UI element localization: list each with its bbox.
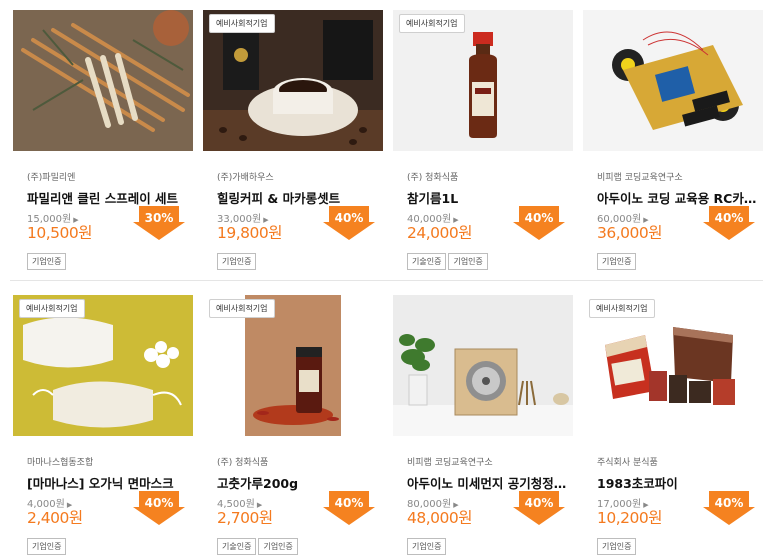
discount-rate: 40% bbox=[714, 496, 744, 510]
sale-price: 36,000원 bbox=[597, 224, 663, 242]
certification-tags: 기업인증 bbox=[217, 249, 258, 270]
row-divider bbox=[10, 280, 763, 281]
sale-price: 2,400원 bbox=[27, 509, 83, 527]
product-image-chili-powder[interactable]: 예비사회적기업 bbox=[203, 295, 383, 436]
certification-tags: 기업인증 bbox=[27, 249, 68, 270]
social-enterprise-badge: 예비사회적기업 bbox=[19, 299, 85, 318]
discount-rate: 40% bbox=[714, 211, 744, 225]
product-card[interactable]: 비피랩 코딩교육연구소 아두이노 코딩 교육용 RC카… 60,000원 ▶ 36… bbox=[583, 10, 763, 280]
product-image-coffee[interactable]: 예비사회적기업 bbox=[203, 10, 383, 151]
product-card[interactable]: 예비사회적기업 (주) 청화식품 고춧가루200g 4,500원 ▶ 2,700원… bbox=[203, 295, 383, 559]
tag-company-certified: 기업인증 bbox=[217, 253, 257, 270]
product-card[interactable]: 예비사회적기업 마마나스협동조합 [마마나스] 오가닉 면마스크 4,000원 ▶… bbox=[13, 295, 193, 559]
discount-rate: 40% bbox=[524, 496, 554, 510]
seller-name: (주)가배하우스 bbox=[217, 173, 274, 183]
sale-price: 10,200원 bbox=[597, 509, 663, 527]
product-name[interactable]: 아두이노 코딩 교육용 RC카… bbox=[597, 188, 765, 207]
tag-company-certified: 기업인증 bbox=[597, 538, 637, 555]
certification-tags: 기업인증 bbox=[27, 534, 68, 555]
seller-name: 마마나스협동조합 bbox=[27, 458, 94, 468]
product-image-choco-pie[interactable]: 예비사회적기업 bbox=[583, 295, 763, 436]
sale-price: 24,000원 bbox=[407, 224, 473, 242]
tag-company-certified: 기업인증 bbox=[407, 538, 447, 555]
certification-tags: 기술인증 기업인증 bbox=[407, 249, 490, 270]
tag-company-certified: 기업인증 bbox=[597, 253, 637, 270]
product-name[interactable]: [마마나스] 오가닉 면마스크 bbox=[27, 473, 195, 492]
product-name[interactable]: 고춧가루200g bbox=[217, 473, 385, 492]
certification-tags: 기술인증 기업인증 bbox=[217, 534, 300, 555]
social-enterprise-badge: 예비사회적기업 bbox=[399, 14, 465, 33]
discount-rate: 40% bbox=[334, 211, 364, 225]
product-card[interactable]: 예비사회적기업 주식회사 분식품 1983초코파이 17,000원 ▶ 10,20… bbox=[583, 295, 763, 559]
product-name[interactable]: 파밀리앤 클린 스프레이 세트 bbox=[27, 188, 195, 207]
product-image-cotton-mask[interactable]: 예비사회적기업 bbox=[13, 295, 193, 436]
discount-rate: 40% bbox=[524, 211, 554, 225]
discount-badge: 40% bbox=[133, 491, 185, 525]
seller-name: (주)파밀리엔 bbox=[27, 173, 76, 183]
social-enterprise-badge: 예비사회적기업 bbox=[209, 299, 275, 318]
discount-badge: 40% bbox=[703, 206, 755, 240]
product-card[interactable]: 예비사회적기업 (주) 청화식품 참기름1L 40,000원 ▶ 24,000원 … bbox=[393, 10, 573, 280]
seller-name: 비피랩 코딩교육연구소 bbox=[407, 458, 493, 468]
discount-badge: 40% bbox=[513, 206, 565, 240]
tag-company-certified: 기업인증 bbox=[448, 253, 488, 270]
sale-price: 19,800원 bbox=[217, 224, 283, 242]
certification-tags: 기업인증 bbox=[597, 534, 638, 555]
seller-name: (주) 청화식품 bbox=[217, 458, 269, 468]
product-card[interactable]: 예비사회적기업 (주)가배하우스 힐링커피 & 마카롱셋트 33,000원 ▶ 1… bbox=[203, 10, 383, 280]
discount-badge: 40% bbox=[323, 491, 375, 525]
sale-price: 48,000원 bbox=[407, 509, 473, 527]
discount-rate: 40% bbox=[334, 496, 364, 510]
certification-tags: 기업인증 bbox=[597, 249, 638, 270]
discount-badge: 30% bbox=[133, 206, 185, 240]
discount-badge: 40% bbox=[703, 491, 755, 525]
social-enterprise-badge: 예비사회적기업 bbox=[209, 14, 275, 33]
tag-company-certified: 기업인증 bbox=[27, 253, 67, 270]
sale-price: 2,700원 bbox=[217, 509, 273, 527]
discount-rate: 30% bbox=[144, 211, 174, 225]
certification-tags: 기업인증 bbox=[407, 534, 448, 555]
seller-name: 주식회사 분식품 bbox=[597, 458, 658, 468]
product-grid: (주)파밀리엔 파밀리앤 클린 스프레이 세트 15,000원 ▶ 10,500원… bbox=[0, 0, 773, 559]
tag-company-certified: 기업인증 bbox=[27, 538, 67, 555]
product-name[interactable]: 1983초코파이 bbox=[597, 473, 765, 492]
sale-price: 10,500원 bbox=[27, 224, 93, 242]
product-name[interactable]: 힐링커피 & 마카롱셋트 bbox=[217, 188, 385, 207]
product-name[interactable]: 참기름1L bbox=[407, 188, 575, 207]
product-image-cinnamon-spray[interactable] bbox=[13, 10, 193, 151]
tag-tech-certified: 기술인증 bbox=[407, 253, 447, 270]
product-name[interactable]: 아두이노 미세먼지 공기청정… bbox=[407, 473, 575, 492]
product-image-sesame-oil[interactable]: 예비사회적기업 bbox=[393, 10, 573, 151]
social-enterprise-badge: 예비사회적기업 bbox=[589, 299, 655, 318]
product-card[interactable]: (주)파밀리엔 파밀리앤 클린 스프레이 세트 15,000원 ▶ 10,500원… bbox=[13, 10, 193, 280]
discount-badge: 40% bbox=[323, 206, 375, 240]
seller-name: (주) 청화식품 bbox=[407, 173, 459, 183]
discount-rate: 40% bbox=[144, 496, 174, 510]
seller-name: 비피랩 코딩교육연구소 bbox=[597, 173, 683, 183]
product-image-rc-car[interactable] bbox=[583, 10, 763, 151]
tag-tech-certified: 기술인증 bbox=[217, 538, 257, 555]
product-card[interactable]: 비피랩 코딩교육연구소 아두이노 미세먼지 공기청정… 80,000원 ▶ 48,… bbox=[393, 295, 573, 559]
discount-badge: 40% bbox=[513, 491, 565, 525]
product-image-air-purifier[interactable] bbox=[393, 295, 573, 436]
tag-company-certified: 기업인증 bbox=[258, 538, 298, 555]
